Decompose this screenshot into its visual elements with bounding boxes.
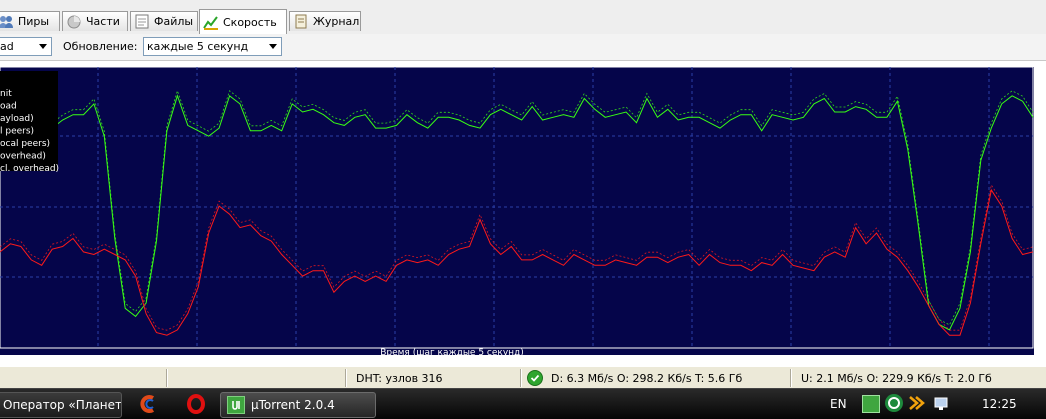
update-interval-select[interactable]: каждые 5 секунд	[143, 37, 282, 56]
speed-chart: nit oad ayload) l peers) ocal peers) overhead…	[0, 66, 1034, 358]
legend-entry: oad	[0, 102, 17, 112]
speed-graph-icon	[203, 15, 219, 30]
utorrent-tray-icon[interactable]	[862, 395, 880, 413]
legend-entry: ocal peers)	[0, 139, 50, 149]
tab-speed[interactable]: Скорость	[199, 9, 287, 34]
tab-bar: Пиры Части Файлы Скорость Журнал	[0, 0, 1046, 35]
clock-time: 12:25	[982, 397, 1017, 411]
log-icon	[293, 14, 309, 29]
tab-label: Журнал	[313, 15, 360, 28]
status-bar: DHT: узлов 316 D: 6.3 Мб/s O: 298.2 Кб/s…	[0, 366, 1046, 389]
graph-toolbar: ad Обновление: каждые 5 секунд	[0, 34, 1046, 61]
legend-entry: l peers)	[0, 127, 34, 137]
series-select[interactable]: ad	[0, 37, 52, 56]
tab-label: Части	[86, 15, 120, 28]
status-separator	[345, 369, 347, 387]
legend-entry: cl. overhead)	[0, 164, 59, 174]
tab-label: Пиры	[18, 15, 50, 28]
taskbar: Оператор «Планета... µTorrent 2.0.4 EN 1…	[0, 388, 1046, 419]
network-ok-icon[interactable]	[527, 370, 543, 386]
taskbar-item-label: µTorrent 2.0.4	[251, 398, 335, 412]
dht-status: DHT: узлов 316	[356, 372, 443, 385]
download-status: D: 6.3 Мб/s O: 298.2 Кб/s T: 5.6 Гб	[551, 372, 743, 385]
upload-status: U: 2.1 Мб/s O: 229.9 Кб/s T: 2.0 Гб	[801, 372, 992, 385]
x-axis-label: Время (шаг каждые 5 секунд)	[380, 348, 524, 358]
plot-background	[0, 67, 1034, 355]
antivirus-icon[interactable]	[908, 394, 926, 416]
tab-label: Файлы	[154, 15, 194, 28]
update-select-value: каждые 5 секунд	[147, 40, 249, 53]
onedrive-sync-icon[interactable]	[885, 394, 903, 412]
language-indicator[interactable]: EN	[830, 397, 847, 411]
series-select-value: ad	[0, 40, 14, 53]
legend-entry: overhead)	[0, 152, 46, 162]
status-separator	[790, 369, 792, 387]
status-separator	[166, 369, 168, 387]
status-separator	[520, 369, 522, 387]
clock: 12:25	[982, 389, 1017, 419]
update-label: Обновление:	[63, 40, 138, 53]
legend-entry: nit	[0, 89, 12, 99]
legend-entry: ayload)	[0, 114, 34, 124]
taskbar-item-utorrent[interactable]: µTorrent 2.0.4	[220, 392, 376, 418]
tab-log[interactable]: Журнал	[289, 11, 361, 31]
chevron-down-icon[interactable]	[35, 38, 51, 55]
tab-files[interactable]: Файлы	[130, 11, 198, 31]
utorrent-icon	[227, 396, 245, 414]
tab-label: Скорость	[223, 15, 277, 29]
chevron-down-icon[interactable]	[265, 38, 281, 55]
pieces-icon	[66, 14, 82, 29]
taskbar-item-label: Оператор «Планета...	[3, 398, 122, 412]
ccleaner-icon[interactable]	[139, 394, 159, 418]
tab-pieces[interactable]: Части	[62, 11, 128, 31]
peers-icon	[0, 14, 14, 29]
files-icon	[134, 14, 150, 29]
network-tray-icon[interactable]	[934, 396, 950, 415]
system-tray: EN	[830, 389, 847, 419]
speed-chart-area: nit oad ayload) l peers) ocal peers) overhead…	[0, 61, 1046, 366]
taskbar-item-operator[interactable]: Оператор «Планета...	[0, 392, 122, 418]
opera-icon[interactable]	[186, 394, 206, 418]
tab-peers[interactable]: Пиры	[0, 11, 60, 31]
